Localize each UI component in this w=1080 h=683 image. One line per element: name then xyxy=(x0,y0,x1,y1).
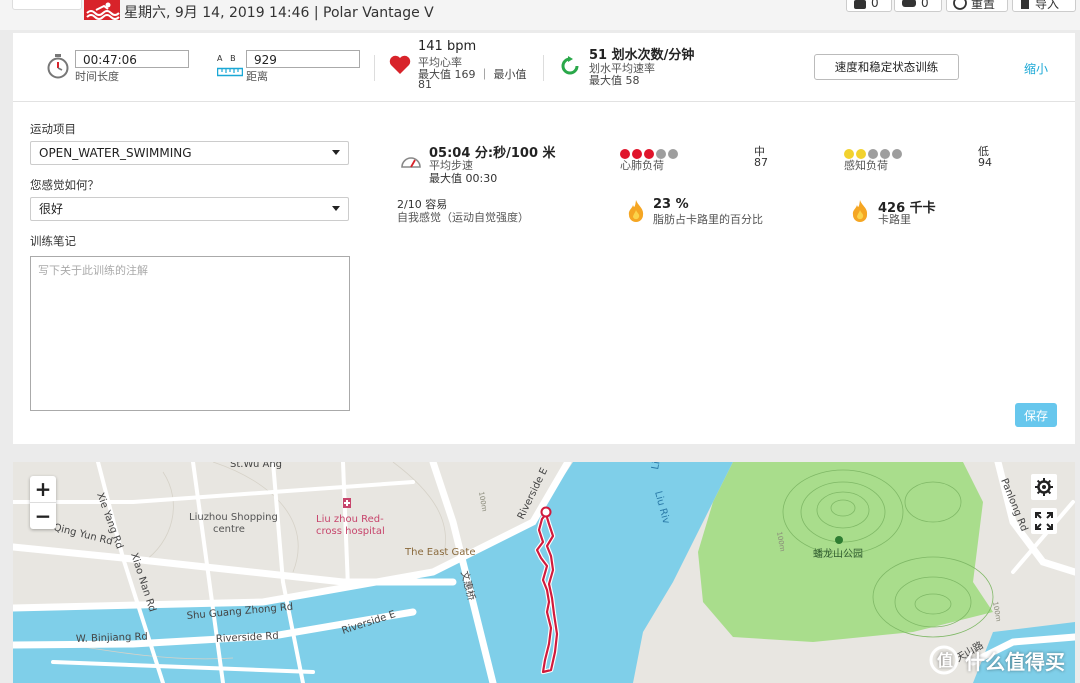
notes-label: 训练笔记 xyxy=(30,234,76,248)
map-label-shopping-1: Liuzhou Shopping xyxy=(189,512,278,523)
speedometer-icon xyxy=(401,157,421,168)
fat-percent-label: 脂肪占卡路里的百分比 xyxy=(653,213,763,226)
notes-textarea[interactable]: 写下关于此训练的注解 xyxy=(30,256,350,411)
zoom-control: + − xyxy=(30,476,56,529)
watermark-logo-icon: 值 xyxy=(929,645,959,675)
watermark-text: 什么值得买 xyxy=(965,649,1065,674)
map-label-park: 蟠龙山公园 xyxy=(813,547,863,560)
perceived-load-label: 感知负荷 xyxy=(844,159,888,172)
heart-rate-max-min: 最大值 169 ｜ 最小值 xyxy=(418,68,527,81)
distance-field[interactable]: 929 xyxy=(246,50,360,68)
feel-select[interactable]: 很好 xyxy=(30,197,349,221)
collapse-link[interactable]: 缩小 xyxy=(1024,60,1048,77)
load-dot xyxy=(668,149,678,159)
map-label-qingyun: Qing Yun Rd xyxy=(52,522,113,547)
heart-rate-min-value: 81 xyxy=(418,78,432,91)
divider xyxy=(374,55,375,81)
distance-ab-label: A B xyxy=(217,54,236,63)
map-label-hospital-1: Liu zhou Red- xyxy=(316,514,384,525)
top-bar: 星期六, 9月 14, 2019 14:46 | Polar Vantage V… xyxy=(0,0,1080,30)
map-contour-label-100m: 100m xyxy=(991,601,1002,622)
like-button[interactable]: 0 xyxy=(846,0,892,12)
map-contour-label-100m: 100m xyxy=(477,491,488,512)
cardio-load-value: 87 xyxy=(754,156,768,169)
training-panel: 00:47:06 时间长度 A B 929 距离 141 bpm 平均心率 最大… xyxy=(13,33,1075,444)
ruler-icon xyxy=(217,67,243,77)
map-label-eastgate: The East Gate xyxy=(404,547,475,558)
zoom-out-button[interactable]: − xyxy=(30,503,56,529)
clock-icon xyxy=(953,0,967,10)
feel-value: 很好 xyxy=(39,202,64,216)
pace-max: 最大值 00:30 xyxy=(429,172,498,185)
zoom-in-button[interactable]: + xyxy=(30,476,56,502)
watermark: 值 什么值得买 xyxy=(929,645,1065,675)
like-count: 0 xyxy=(871,0,879,10)
fullscreen-icon xyxy=(1035,512,1053,530)
route-start-marker[interactable] xyxy=(540,506,552,518)
fullscreen-button[interactable] xyxy=(1031,508,1057,534)
perceived-load-value: 94 xyxy=(978,156,992,169)
fat-percent-value: 23 % xyxy=(653,197,689,212)
duration-field[interactable]: 00:47:06 xyxy=(75,50,189,68)
import-button[interactable]: 导入 xyxy=(1012,0,1076,12)
comment-button[interactable]: 0 xyxy=(894,0,942,12)
calories-label: 卡路里 xyxy=(878,213,911,226)
sport-value: OPEN_WATER_SWIMMING xyxy=(39,146,192,160)
gear-icon xyxy=(1035,478,1053,496)
heart-icon xyxy=(389,55,411,74)
chevron-down-icon xyxy=(332,206,340,211)
rpe-label: 自我感觉（运动自觉强度） xyxy=(397,211,529,224)
training-type-button[interactable]: 速度和稳定状态训练 xyxy=(814,54,959,80)
divider xyxy=(543,55,544,81)
cardio-load-label: 心肺负荷 xyxy=(620,159,664,172)
map-label-shopping-2: centre xyxy=(213,524,245,535)
sport-select[interactable]: OPEN_WATER_SWIMMING xyxy=(30,141,349,165)
stroke-rate-max: 最大值 58 xyxy=(589,74,640,87)
map-label-hospital-2: cross hospital xyxy=(316,526,385,537)
duration-label: 时间长度 xyxy=(75,70,119,83)
distance-label: 距离 xyxy=(246,70,268,83)
heart-rate-value: 141 bpm xyxy=(418,39,477,54)
stopwatch-icon xyxy=(47,54,69,79)
load-dot xyxy=(892,149,902,159)
flame-icon xyxy=(852,200,868,222)
map-settings-button[interactable] xyxy=(1031,474,1057,500)
comment-icon xyxy=(902,0,916,7)
chevron-down-icon xyxy=(332,150,340,155)
stroke-rate-icon xyxy=(561,56,579,75)
svg-text:值: 值 xyxy=(937,651,953,670)
swimming-icon xyxy=(84,0,120,20)
comment-count: 0 xyxy=(921,0,929,10)
reset-button[interactable]: 重置 xyxy=(946,0,1008,12)
sport-label: 运动项目 xyxy=(30,122,76,136)
summary-row: 00:47:06 时间长度 A B 929 距离 141 bpm 平均心率 最大… xyxy=(13,33,1075,102)
reset-label: 重置 xyxy=(971,0,996,11)
map-label-stwu: St.Wu Ang xyxy=(230,462,282,470)
save-button[interactable]: 保存 xyxy=(1015,403,1057,427)
park-tree-icon xyxy=(835,536,843,544)
map-canvas[interactable]: Xie Yang Rd Qing Yun Rd Xiao Nan Rd St.W… xyxy=(13,462,1075,683)
import-icon xyxy=(1021,0,1029,9)
flame-icon xyxy=(628,200,644,222)
thumb-icon xyxy=(854,0,866,9)
route-map[interactable]: Xie Yang Rd Qing Yun Rd Xiao Nan Rd St.W… xyxy=(13,462,1075,683)
import-label: 导入 xyxy=(1035,0,1060,11)
logo-tab[interactable] xyxy=(12,0,82,10)
session-title: 星期六, 9月 14, 2019 14:46 | Polar Vantage V xyxy=(124,5,434,21)
feel-label: 您感觉如何？ xyxy=(30,178,99,192)
